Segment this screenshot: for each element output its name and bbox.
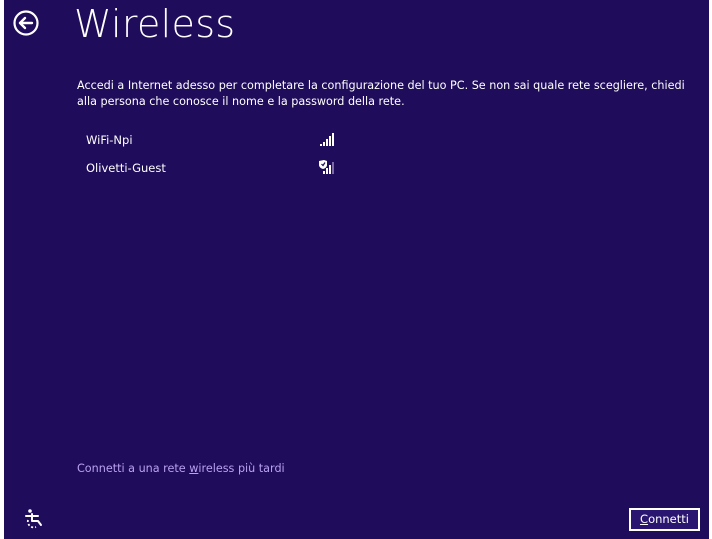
wifi-signal-shield-icon — [318, 160, 338, 176]
page-title: Wireless — [74, 2, 236, 46]
oobe-wireless-screen: Wireless Accedi a Internet adesso per co… — [4, 0, 709, 539]
connect-button[interactable]: Connetti — [629, 508, 700, 531]
description-text: Accedi a Internet adesso per completare … — [77, 79, 685, 108]
connect-later-link[interactable]: Connetti a una rete wireless più tardi — [77, 462, 285, 475]
back-arrow-icon[interactable] — [13, 10, 39, 36]
connect-later-suffix: ireless più tardi — [198, 462, 285, 475]
network-item-wifi-npi[interactable]: WiFi-Npi — [77, 130, 357, 158]
connect-button-accel: C — [640, 512, 649, 526]
ease-of-access-icon[interactable] — [24, 508, 46, 530]
connect-later-prefix: Connetti a una rete — [77, 462, 190, 475]
network-item-olivetti-guest[interactable]: Olivetti-Guest — [77, 158, 357, 186]
network-name: WiFi-Npi — [86, 133, 133, 147]
network-name: Olivetti-Guest — [86, 161, 166, 175]
connect-button-label: onnetti — [648, 512, 689, 526]
wifi-signal-icon — [318, 132, 338, 148]
network-list: WiFi-Npi Olivetti-Guest — [77, 130, 357, 186]
